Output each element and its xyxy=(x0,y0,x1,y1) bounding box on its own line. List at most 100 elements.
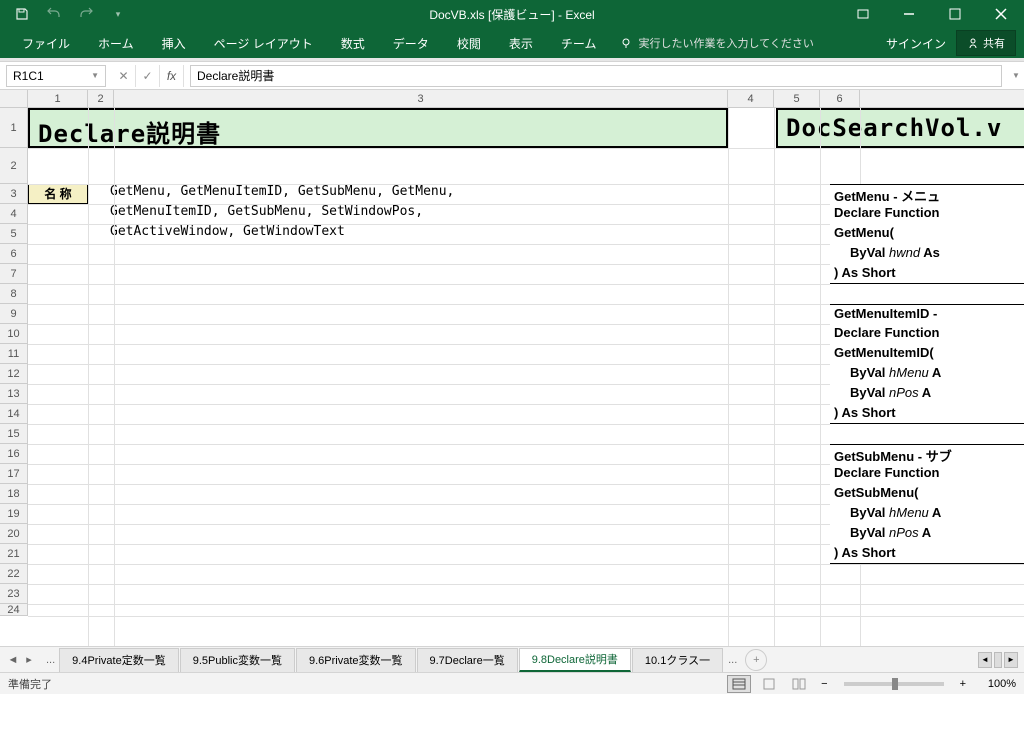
code-line[interactable]: ) As Short xyxy=(830,264,1024,284)
cell-title-left[interactable]: Declare説明書 xyxy=(28,108,728,148)
tab-team[interactable]: チーム xyxy=(547,28,611,58)
zoom-in-button[interactable]: + xyxy=(956,678,970,690)
sheet-tab[interactable]: 9.7Declare一覧 xyxy=(417,648,518,672)
sheet-nav-prev-icon[interactable]: ▸ xyxy=(22,650,36,670)
row-header[interactable]: 12 xyxy=(0,364,27,384)
view-page-layout-icon[interactable] xyxy=(757,675,781,693)
sheet-more-left[interactable]: ... xyxy=(42,654,59,666)
col-header[interactable]: 6 xyxy=(820,90,860,108)
tab-formulas[interactable]: 数式 xyxy=(327,28,379,58)
code-line[interactable]: GetSubMenu - サブ xyxy=(830,444,1024,464)
code-line[interactable]: GetSubMenu( xyxy=(830,484,1024,504)
code-line[interactable]: Declare Function xyxy=(830,464,1024,484)
row-header[interactable]: 2 xyxy=(0,148,27,184)
tab-data[interactable]: データ xyxy=(379,28,443,58)
hscroll-right-icon[interactable]: ► xyxy=(1004,652,1018,668)
cell-r3[interactable]: GetMenu, GetMenuItemID, GetSubMenu, GetM… xyxy=(110,184,728,204)
cell-label-name[interactable]: 名 称 xyxy=(28,184,88,204)
formula-expand-icon[interactable]: ▼ xyxy=(1008,71,1024,80)
sheet-more-right[interactable]: ... xyxy=(724,654,741,666)
code-line[interactable]: ) As Short xyxy=(830,544,1024,564)
sheet-tab[interactable]: 10.1クラス一 xyxy=(632,648,723,672)
code-line[interactable]: ByVal nPos A xyxy=(830,524,1024,544)
formula-input[interactable]: Declare説明書 xyxy=(190,65,1002,87)
row-header[interactable]: 6 xyxy=(0,244,27,264)
zoom-slider[interactable] xyxy=(844,682,944,686)
row-header[interactable]: 7 xyxy=(0,264,27,284)
hscroll-left-icon[interactable]: ◄ xyxy=(978,652,992,668)
code-line[interactable]: GetMenuItemID - xyxy=(830,304,1024,324)
fx-icon[interactable]: fx xyxy=(160,65,184,87)
view-page-break-icon[interactable] xyxy=(787,675,811,693)
ribbon-display-icon[interactable] xyxy=(840,0,886,28)
tab-review[interactable]: 校閲 xyxy=(443,28,495,58)
select-all-corner[interactable] xyxy=(0,90,28,108)
cell-r5[interactable]: GetActiveWindow, GetWindowText xyxy=(110,224,728,244)
cell-title-right[interactable]: DocSearchVol.v xyxy=(776,108,1024,148)
row-header[interactable]: 16 xyxy=(0,444,27,464)
row-header[interactable]: 20 xyxy=(0,524,27,544)
col-header[interactable]: 5 xyxy=(774,90,820,108)
code-line[interactable]: Declare Function xyxy=(830,324,1024,344)
row-header[interactable]: 3 xyxy=(0,184,27,204)
row-header[interactable]: 9 xyxy=(0,304,27,324)
row-header[interactable]: 13 xyxy=(0,384,27,404)
col-header[interactable]: 2 xyxy=(88,90,114,108)
code-line[interactable]: GetMenu - メニュ xyxy=(830,184,1024,204)
name-box[interactable]: R1C1 ▼ xyxy=(6,65,106,87)
row-header[interactable]: 14 xyxy=(0,404,27,424)
minimize-icon[interactable] xyxy=(886,0,932,28)
code-line[interactable] xyxy=(830,424,1024,444)
row-header[interactable]: 24 xyxy=(0,604,27,616)
save-icon[interactable] xyxy=(8,2,36,26)
share-button[interactable]: 共有 xyxy=(956,30,1016,56)
cell-r4[interactable]: GetMenuItemID, GetSubMenu, SetWindowPos, xyxy=(110,204,728,224)
sheet-tab[interactable]: 9.8Declare説明書 xyxy=(519,648,631,672)
row-header[interactable]: 21 xyxy=(0,544,27,564)
row-header[interactable]: 4 xyxy=(0,204,27,224)
new-sheet-button[interactable]: + xyxy=(745,649,767,671)
close-icon[interactable] xyxy=(978,0,1024,28)
row-header[interactable]: 22 xyxy=(0,564,27,584)
code-line[interactable]: ByVal nPos A xyxy=(830,384,1024,404)
sheet-nav-first-icon[interactable]: ◄ xyxy=(6,650,20,670)
sheet-tab[interactable]: 9.4Private定数一覧 xyxy=(59,648,179,672)
row-header[interactable]: 10 xyxy=(0,324,27,344)
redo-icon[interactable] xyxy=(72,2,100,26)
zoom-level[interactable]: 100% xyxy=(976,678,1016,690)
sheet-tab[interactable]: 9.5Public変数一覧 xyxy=(180,648,295,672)
code-line[interactable]: ByVal hMenu A xyxy=(830,364,1024,384)
tab-page-layout[interactable]: ページ レイアウト xyxy=(200,28,327,58)
zoom-out-button[interactable]: − xyxy=(817,678,831,690)
code-line[interactable]: Declare Function xyxy=(830,204,1024,224)
code-line[interactable] xyxy=(830,284,1024,304)
code-line[interactable]: ) As Short xyxy=(830,404,1024,424)
code-line[interactable]: GetMenuItemID( xyxy=(830,344,1024,364)
col-header[interactable]: 4 xyxy=(728,90,774,108)
hscroll-thumb[interactable] xyxy=(994,652,1002,668)
row-header[interactable]: 1 xyxy=(0,108,27,148)
row-header[interactable]: 5 xyxy=(0,224,27,244)
tab-insert[interactable]: 挿入 xyxy=(148,28,200,58)
undo-icon[interactable] xyxy=(40,2,68,26)
col-header[interactable]: 3 xyxy=(114,90,728,108)
view-normal-icon[interactable] xyxy=(727,675,751,693)
sheet-tab[interactable]: 9.6Private変数一覧 xyxy=(296,648,416,672)
tab-home[interactable]: ホーム xyxy=(84,28,148,58)
enter-formula-icon[interactable]: ✓ xyxy=(136,65,160,87)
code-line[interactable]: ByVal hwnd As xyxy=(830,244,1024,264)
signin-link[interactable]: サインイン xyxy=(886,35,946,52)
chevron-down-icon[interactable]: ▼ xyxy=(91,71,99,80)
row-header[interactable]: 8 xyxy=(0,284,27,304)
row-header[interactable]: 17 xyxy=(0,464,27,484)
row-header[interactable]: 23 xyxy=(0,584,27,604)
row-header[interactable]: 19 xyxy=(0,504,27,524)
tell-me[interactable]: 実行したい作業を入力してください xyxy=(610,35,823,51)
row-header[interactable]: 18 xyxy=(0,484,27,504)
row-header[interactable]: 15 xyxy=(0,424,27,444)
tab-file[interactable]: ファイル xyxy=(8,28,84,58)
code-line[interactable]: ByVal hMenu A xyxy=(830,504,1024,524)
cancel-formula-icon[interactable]: ✕ xyxy=(112,65,136,87)
code-line[interactable]: GetMenu( xyxy=(830,224,1024,244)
maximize-icon[interactable] xyxy=(932,0,978,28)
